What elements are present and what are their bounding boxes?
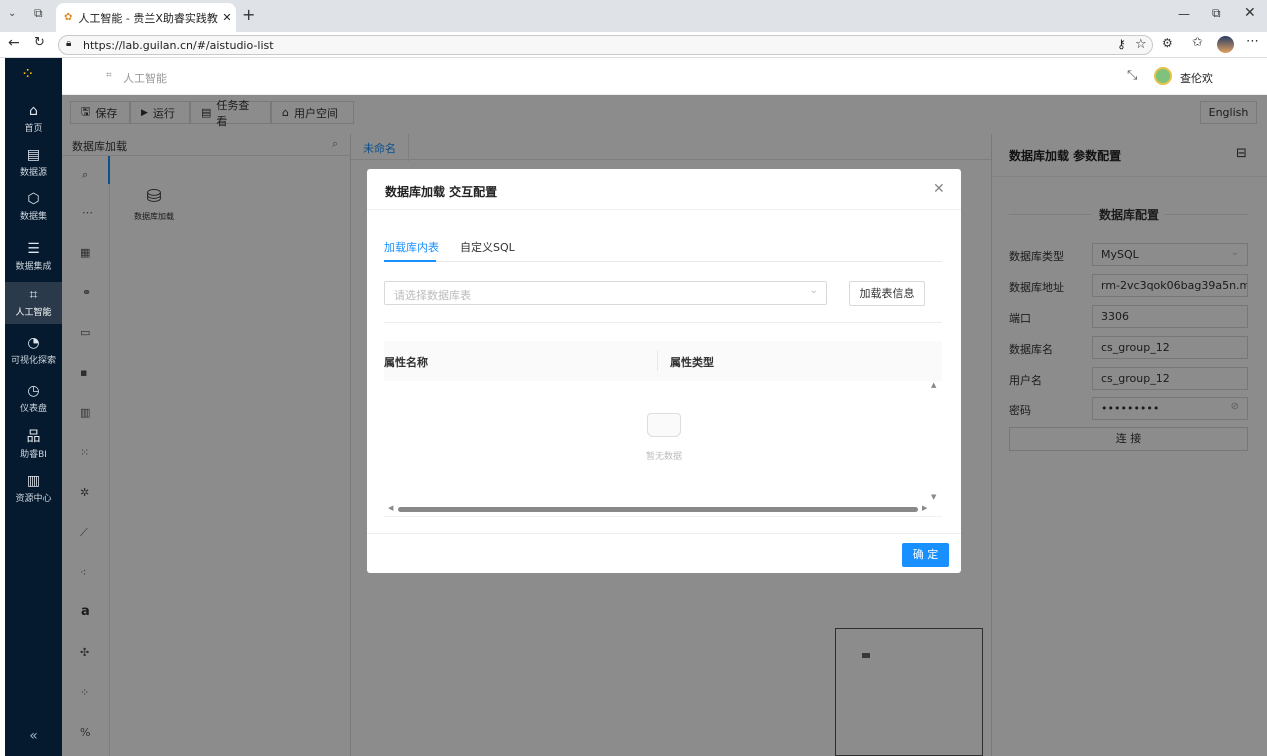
tab-active-indicator bbox=[384, 260, 436, 262]
table-select[interactable]: 请选择数据库表 ⌄ bbox=[384, 281, 827, 305]
gauge-icon: ◷ bbox=[27, 383, 40, 399]
url-field[interactable]: 🔒︎ https://lab.guilan.cn/#/aistudio-list… bbox=[58, 35, 1153, 55]
sidebar-item-label: 数据集成 bbox=[15, 262, 52, 272]
org-chart-icon: 品 bbox=[26, 429, 41, 445]
user-name[interactable]: 查伦欢 bbox=[1180, 70, 1213, 86]
restore-icon[interactable]: ⧉ bbox=[1212, 6, 1221, 21]
collections-icon[interactable]: ⧉ bbox=[34, 6, 43, 21]
profile-icon[interactable] bbox=[1217, 36, 1234, 53]
confirm-button[interactable]: 确 定 bbox=[902, 543, 949, 567]
close-window-icon[interactable]: ✕ bbox=[1244, 5, 1256, 21]
pie-chart-icon: ◔ bbox=[27, 335, 40, 351]
tab-custom-sql[interactable]: 自定义SQL bbox=[460, 239, 515, 255]
stack-icon: ☰ bbox=[27, 241, 40, 257]
horizontal-scrollbar[interactable] bbox=[398, 507, 918, 512]
tab-title: 人工智能 - 贵兰X助睿实践教学平台 bbox=[78, 11, 218, 25]
favorites-icon[interactable]: ✩ bbox=[1192, 35, 1203, 50]
sidebar-item-label: 数据源 bbox=[19, 168, 47, 178]
column-divider bbox=[657, 351, 658, 371]
empty-state: 暂无数据 bbox=[624, 413, 704, 462]
sidebar-collapse-button[interactable]: « bbox=[5, 728, 62, 744]
logo-icon: ⁘ bbox=[21, 64, 35, 83]
sidebar-item-visual[interactable]: ◔ 可视化探索 bbox=[5, 330, 62, 372]
sidebar-item-ai[interactable]: ⌗ 人工智能 bbox=[5, 282, 62, 324]
sidebar-item-label: 资源中心 bbox=[15, 494, 52, 504]
favicon-icon: ✿ bbox=[64, 12, 73, 23]
new-tab-button[interactable]: + bbox=[242, 5, 255, 24]
attribute-table: 属性名称 属性类型 暂无数据 ▲ ▼ ◀ ▶ bbox=[384, 341, 942, 517]
breadcrumb: 人工智能 bbox=[123, 72, 167, 85]
book-icon: ▥ bbox=[26, 473, 41, 489]
sidebar-item-label: 人工智能 bbox=[15, 308, 52, 318]
home-icon: ⌂ bbox=[29, 103, 38, 119]
tabs-baseline bbox=[384, 261, 942, 262]
ai-icon: ⌗ bbox=[29, 287, 38, 303]
sidebar-item-bi[interactable]: 品助睿BI bbox=[5, 424, 62, 466]
app-header: ⌗ 人工智能 ⤡ 查伦欢 bbox=[62, 58, 1267, 95]
sidebar-item-label: 首页 bbox=[24, 124, 43, 134]
minimize-icon[interactable]: — bbox=[1178, 7, 1190, 21]
close-icon[interactable]: ✕ bbox=[933, 181, 945, 197]
sidebar-item-label: 助睿BI bbox=[20, 450, 47, 460]
empty-box-icon bbox=[647, 413, 681, 437]
cube-icon: ⬡ bbox=[27, 191, 40, 207]
sidebar-item-integration[interactable]: ☰ 数据集成 bbox=[5, 236, 62, 278]
scroll-right-icon[interactable]: ▶ bbox=[922, 504, 927, 512]
fullscreen-icon[interactable]: ⤡ bbox=[1127, 68, 1137, 83]
avatar[interactable] bbox=[1154, 67, 1172, 85]
back-icon[interactable]: ← bbox=[8, 35, 20, 51]
refresh-icon[interactable]: ↻ bbox=[34, 35, 45, 50]
sidebar-item-datasource[interactable]: ▤ 数据源 bbox=[5, 142, 62, 184]
column-header-name: 属性名称 bbox=[384, 356, 428, 369]
table-header: 属性名称 属性类型 bbox=[384, 341, 942, 381]
scroll-down-icon[interactable]: ▼ bbox=[931, 493, 936, 501]
divider bbox=[367, 209, 961, 210]
scroll-up-icon[interactable]: ▲ bbox=[931, 381, 936, 389]
load-table-info-button[interactable]: 加载表信息 bbox=[849, 281, 925, 306]
database-icon: ▤ bbox=[26, 147, 41, 163]
column-header-type: 属性类型 bbox=[670, 356, 714, 369]
url-text: https://lab.guilan.cn/#/aistudio-list bbox=[83, 38, 274, 52]
scroll-left-icon[interactable]: ◀ bbox=[388, 504, 393, 512]
browser-tab[interactable]: ✿ 人工智能 - 贵兰X助睿实践教学平台 ✕ bbox=[56, 3, 236, 32]
favorite-star-icon[interactable]: ☆ bbox=[1135, 37, 1147, 52]
address-bar-row: ← ↻ 🔒︎ https://lab.guilan.cn/#/aistudio-… bbox=[0, 32, 1267, 58]
browser-titlebar: ⌄ ⧉ ✿ 人工智能 - 贵兰X助睿实践教学平台 ✕ + — ⧉ ✕ bbox=[0, 0, 1267, 32]
modal-title: 数据库加载 交互配置 bbox=[385, 185, 498, 199]
extensions-icon[interactable]: ⚙ bbox=[1162, 36, 1173, 50]
sidebar-item-home[interactable]: ⌂ 首页 bbox=[5, 98, 62, 140]
ai-icon: ⌗ bbox=[106, 70, 112, 81]
sidebar: ⁘ ⌂ 首页 ▤ 数据源 ⬡ 数据集 ☰ 数据集成 ⌗ 人工智能 ◔ 可视化探索 ◷ 仪表盘 … bbox=[5, 58, 62, 756]
sidebar-item-resources[interactable]: ▥ 资源中心 bbox=[5, 468, 62, 510]
tab-list-icon[interactable]: ⌄ bbox=[8, 8, 16, 19]
divider bbox=[384, 322, 942, 323]
more-icon[interactable]: ⋯ bbox=[1246, 34, 1259, 49]
sidebar-item-dashboard[interactable]: ◷ 仪表盘 bbox=[5, 378, 62, 420]
key-icon[interactable]: ⚷ bbox=[1117, 37, 1126, 51]
sidebar-item-label: 数据集 bbox=[19, 212, 47, 222]
close-tab-icon[interactable]: ✕ bbox=[222, 11, 231, 24]
sidebar-item-label: 仪表盘 bbox=[19, 404, 47, 414]
sidebar-item-dataset[interactable]: ⬡ 数据集 bbox=[5, 186, 62, 228]
chevron-down-icon: ⌄ bbox=[809, 285, 818, 296]
sidebar-item-label: 可视化探索 bbox=[10, 356, 56, 366]
interaction-config-modal: 数据库加载 交互配置 ✕ 加载库内表 自定义SQL 请选择数据库表 ⌄ 加载表信… bbox=[367, 169, 961, 573]
lock-icon: 🔒︎ bbox=[66, 38, 72, 49]
tab-load-table[interactable]: 加载库内表 bbox=[384, 239, 439, 255]
table-select-placeholder: 请选择数据库表 bbox=[394, 289, 471, 302]
divider bbox=[367, 533, 961, 534]
empty-text: 暂无数据 bbox=[645, 452, 682, 462]
